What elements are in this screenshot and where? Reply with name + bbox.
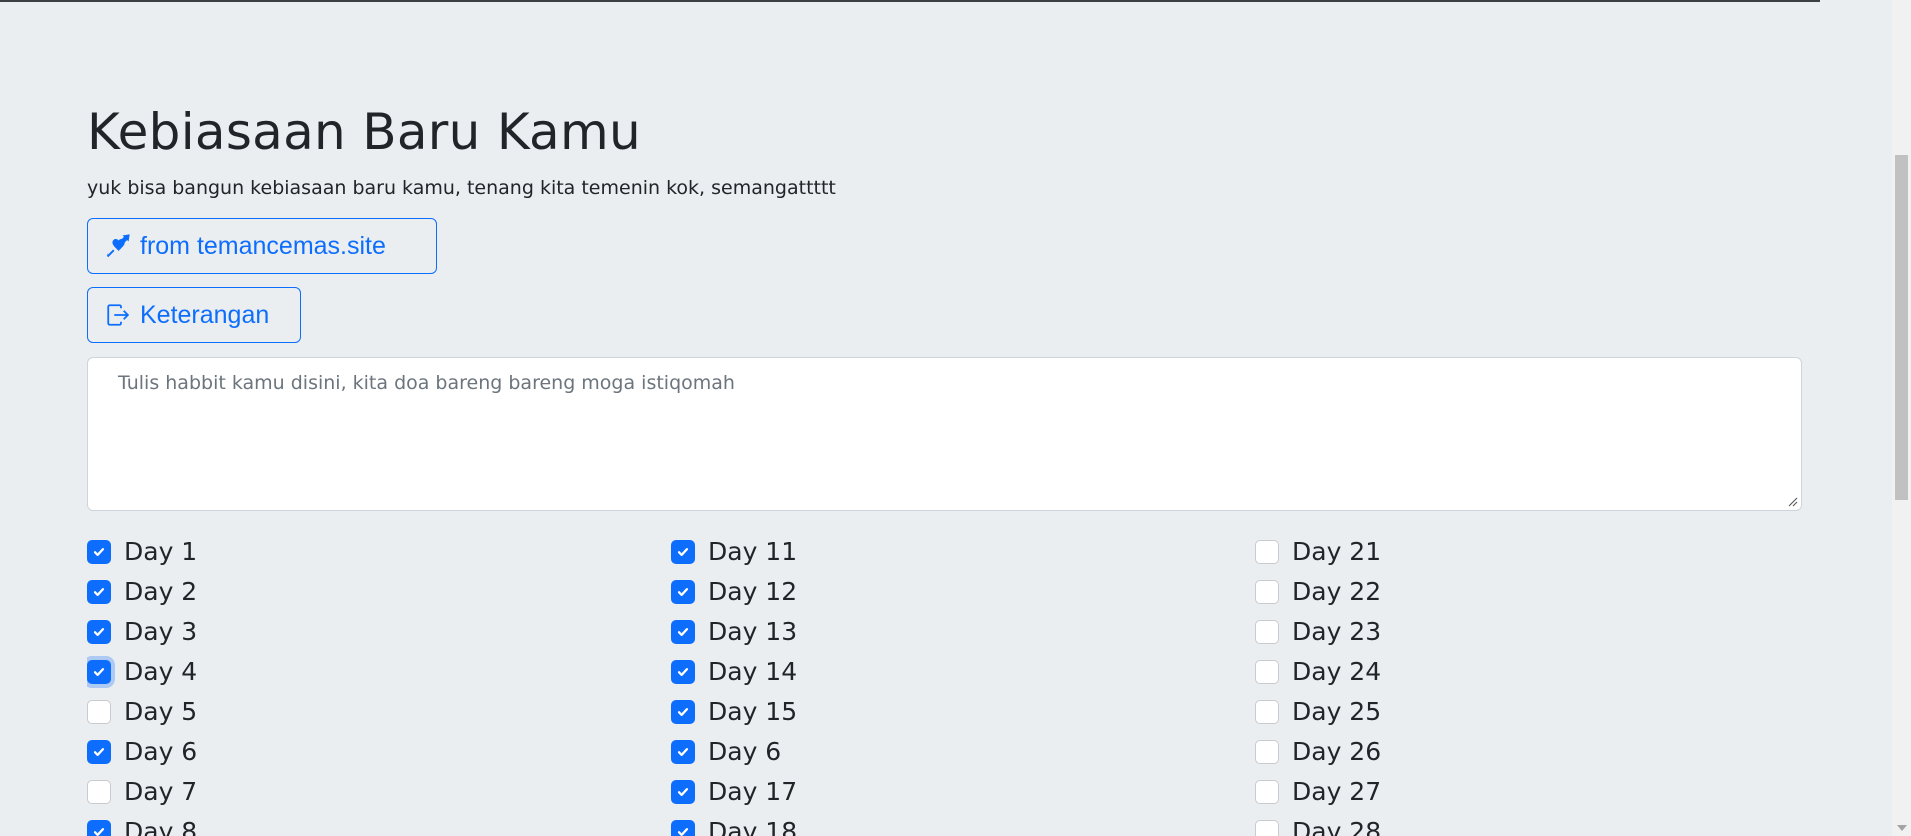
day-item: Day 23 (1255, 612, 1381, 652)
day-checkbox[interactable] (87, 620, 111, 644)
day-label: Day 26 (1292, 737, 1382, 766)
habit-textarea[interactable] (88, 358, 1801, 510)
day-item: Day 17 (671, 772, 797, 812)
day-item: Day 22 (1255, 572, 1381, 612)
day-item: Day 18 (671, 812, 797, 836)
scrollbar-thumb[interactable] (1895, 155, 1908, 500)
day-item: Day 11 (671, 532, 797, 572)
day-column-3: Day 21 Day 22 Day 23 Day 24 Day 25 Day 2… (1255, 532, 1381, 836)
day-checkbox[interactable] (87, 820, 111, 836)
day-label: Day 18 (708, 817, 798, 836)
day-checkbox[interactable] (671, 780, 695, 804)
resize-grip-icon[interactable] (1786, 495, 1798, 507)
day-label: Day 25 (1292, 697, 1382, 726)
day-checkbox[interactable] (671, 740, 695, 764)
day-label: Day 13 (708, 617, 798, 646)
day-checkbox[interactable] (671, 660, 695, 684)
day-item: Day 8 (87, 812, 197, 836)
keterangan-button[interactable]: Keterangan (87, 287, 301, 343)
day-item: Day 12 (671, 572, 797, 612)
day-label: Day 14 (708, 657, 798, 686)
box-arrow-right-icon (104, 301, 132, 329)
day-column-2: Day 11 Day 12 Day 13 Day 14 Day 15 Day 6 (671, 532, 797, 836)
day-label: Day 27 (1292, 777, 1382, 806)
day-checkbox[interactable] (1255, 620, 1279, 644)
day-item: Day 25 (1255, 692, 1381, 732)
habit-textarea-container (87, 357, 1802, 511)
day-checkbox[interactable] (671, 580, 695, 604)
heart-arrow-icon (104, 232, 132, 260)
day-checklist: Day 1 Day 2 Day 3 Day 4 Day 5 Day 6 Day … (87, 532, 1887, 836)
day-label: Day 12 (708, 577, 798, 606)
day-item: Day 26 (1255, 732, 1381, 772)
day-label: Day 4 (124, 657, 198, 686)
day-checkbox[interactable] (671, 540, 695, 564)
day-label: Day 17 (708, 777, 798, 806)
day-checkbox[interactable] (87, 540, 111, 564)
day-item: Day 5 (87, 692, 197, 732)
day-checkbox[interactable] (1255, 540, 1279, 564)
day-label: Day 15 (708, 697, 798, 726)
day-checkbox[interactable] (87, 780, 111, 804)
day-checkbox[interactable] (1255, 740, 1279, 764)
day-label: Day 6 (124, 737, 198, 766)
day-label: Day 28 (1292, 817, 1382, 836)
day-item: Day 6 (671, 732, 797, 772)
day-item: Day 6 (87, 732, 197, 772)
day-label: Day 11 (708, 537, 798, 566)
day-item: Day 4 (87, 652, 197, 692)
day-item: Day 1 (87, 532, 197, 572)
site-link-button[interactable]: from temancemas.site (87, 218, 437, 274)
day-label: Day 23 (1292, 617, 1382, 646)
day-checkbox[interactable] (1255, 700, 1279, 724)
page-title: Kebiasaan Baru Kamu (87, 103, 641, 161)
day-checkbox[interactable] (1255, 660, 1279, 684)
day-checkbox[interactable] (671, 700, 695, 724)
site-link-label: from temancemas.site (140, 231, 386, 260)
day-column-1: Day 1 Day 2 Day 3 Day 4 Day 5 Day 6 Day … (87, 532, 197, 836)
day-label: Day 2 (124, 577, 198, 606)
day-label: Day 6 (708, 737, 782, 766)
day-label: Day 7 (124, 777, 198, 806)
day-item: Day 15 (671, 692, 797, 732)
day-label: Day 5 (124, 697, 198, 726)
day-checkbox[interactable] (87, 700, 111, 724)
day-checkbox[interactable] (1255, 820, 1279, 836)
day-item: Day 7 (87, 772, 197, 812)
keterangan-label: Keterangan (140, 300, 270, 329)
day-label: Day 1 (124, 537, 198, 566)
day-item: Day 13 (671, 612, 797, 652)
day-item: Day 28 (1255, 812, 1381, 836)
day-checkbox[interactable] (87, 740, 111, 764)
day-checkbox[interactable] (1255, 580, 1279, 604)
day-checkbox[interactable] (87, 660, 111, 684)
day-label: Day 8 (124, 817, 198, 836)
day-item: Day 2 (87, 572, 197, 612)
day-checkbox[interactable] (671, 620, 695, 644)
day-item: Day 24 (1255, 652, 1381, 692)
day-item: Day 14 (671, 652, 797, 692)
day-label: Day 24 (1292, 657, 1382, 686)
page-content: Kebiasaan Baru Kamu yuk bisa bangun kebi… (0, 0, 1892, 836)
page-subtitle: yuk bisa bangun kebiasaan baru kamu, ten… (87, 177, 836, 199)
day-item: Day 27 (1255, 772, 1381, 812)
day-label: Day 21 (1292, 537, 1382, 566)
day-checkbox[interactable] (671, 820, 695, 836)
day-label: Day 22 (1292, 577, 1382, 606)
vertical-scrollbar[interactable] (1892, 0, 1911, 836)
day-item: Day 3 (87, 612, 197, 652)
scroll-down-arrow-icon[interactable] (1897, 825, 1907, 831)
day-checkbox[interactable] (1255, 780, 1279, 804)
day-item: Day 21 (1255, 532, 1381, 572)
day-label: Day 3 (124, 617, 198, 646)
day-checkbox[interactable] (87, 580, 111, 604)
